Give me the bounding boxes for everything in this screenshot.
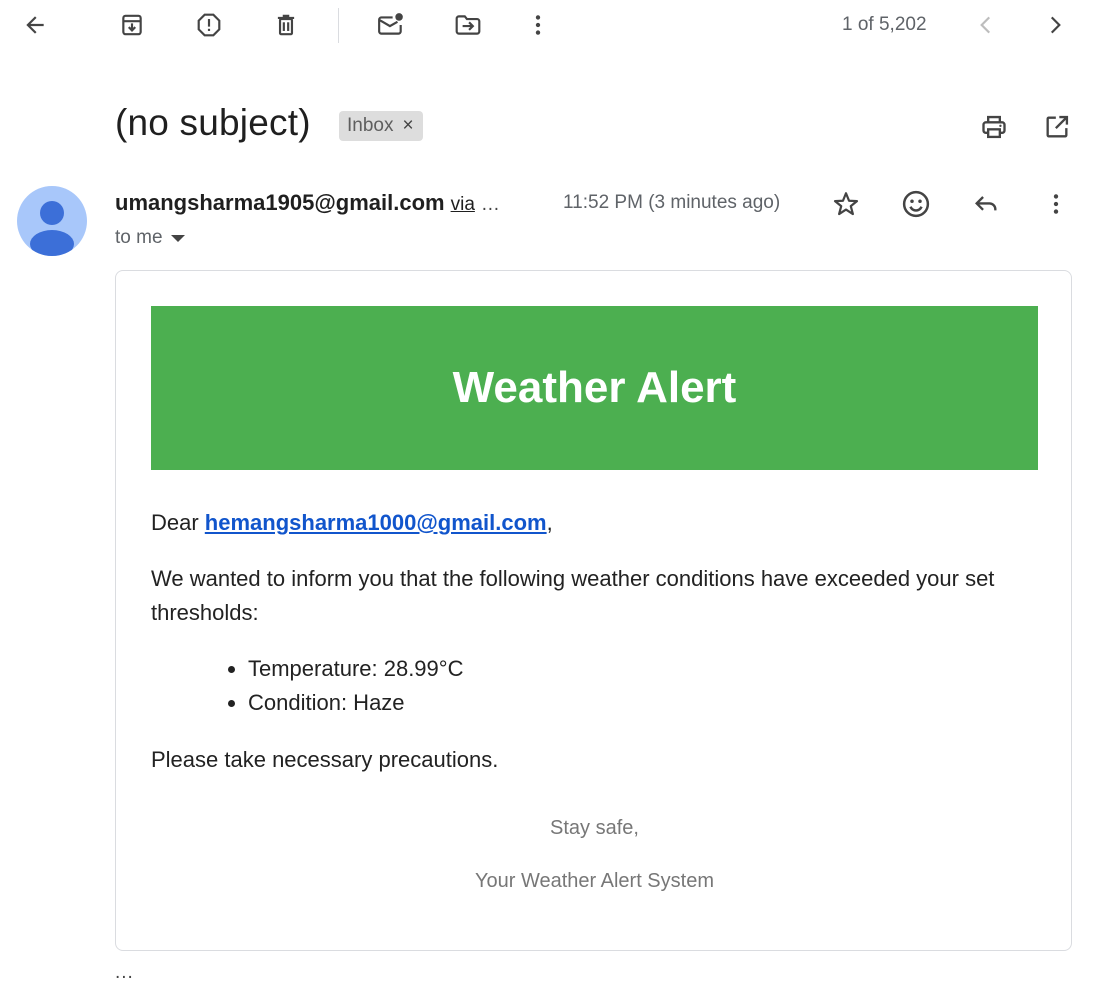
delete-button[interactable]	[266, 5, 306, 45]
report-spam-button[interactable]	[189, 5, 229, 45]
archive-icon	[122, 14, 142, 36]
pager-count: 1 of 5,202	[842, 14, 927, 35]
alert-banner: Weather Alert	[151, 306, 1038, 470]
message-timestamp: 11:52 PM (3 minutes ago)	[563, 192, 781, 213]
signoff-text: Stay safe,	[550, 817, 639, 839]
signature-text: Your Weather Alert System	[474, 870, 714, 892]
message-subject: (no subject)	[115, 102, 311, 143]
chevron-left-icon	[980, 16, 991, 34]
open-in-new-window-button[interactable]	[1037, 107, 1077, 147]
print-button[interactable]	[974, 107, 1014, 147]
list-item: Temperature: 28.99°C	[248, 652, 463, 686]
emoji-icon	[902, 190, 930, 218]
intro-paragraph: We wanted to inform you that the followi…	[151, 566, 995, 625]
next-message-button[interactable]	[1035, 5, 1075, 45]
prev-message-button[interactable]	[966, 5, 1006, 45]
label-text: Inbox	[347, 115, 394, 136]
open-in-new-icon	[1046, 115, 1069, 138]
archive-button[interactable]	[112, 5, 152, 45]
more-vert-icon	[535, 15, 541, 35]
toolbar-divider	[338, 8, 339, 43]
via-link[interactable]: via	[451, 194, 475, 215]
greeting-suffix: ,	[546, 510, 553, 535]
conditions-list: Temperature: 28.99°C Condition: Haze	[151, 652, 463, 720]
report-spam-icon	[197, 13, 221, 37]
sender-line: umangsharma1905@gmail.com via …	[115, 190, 500, 216]
add-reaction-button[interactable]	[896, 184, 936, 224]
banner-title: Weather Alert	[452, 363, 737, 412]
show-details-caret-icon[interactable]	[170, 234, 185, 242]
inbox-label-chip[interactable]: Inbox ×	[339, 111, 423, 141]
star-button[interactable]	[826, 184, 866, 224]
via-more[interactable]: …	[481, 194, 500, 215]
person-avatar-icon	[30, 201, 74, 256]
show-trimmed-content-button[interactable]: ...	[115, 962, 134, 984]
reply-button[interactable]	[966, 184, 1006, 224]
recipient-email-link[interactable]: hemangsharma1000@gmail.com	[205, 510, 547, 535]
more-vert-icon	[1053, 194, 1059, 214]
sender-email[interactable]: umangsharma1905@gmail.com	[115, 190, 445, 215]
reply-icon	[975, 196, 997, 211]
more-actions-button[interactable]	[518, 5, 558, 45]
arrow-left-icon	[26, 16, 44, 34]
print-icon	[982, 115, 1006, 139]
greeting-prefix: Dear	[151, 510, 205, 535]
mark-unread-icon	[378, 13, 403, 35]
list-item: Condition: Haze	[248, 686, 463, 720]
chevron-right-icon	[1050, 16, 1061, 34]
email-body-card: Weather Alert Dear hemangsharma1000@gmai…	[115, 270, 1072, 951]
move-to-button[interactable]	[448, 5, 488, 45]
remove-label-icon[interactable]: ×	[402, 115, 413, 137]
back-button[interactable]	[15, 5, 55, 45]
greeting: Dear hemangsharma1000@gmail.com,	[151, 506, 1041, 540]
recipient-text: to me	[115, 227, 163, 248]
message-more-button[interactable]	[1036, 184, 1076, 224]
move-to-icon	[455, 15, 481, 35]
sender-avatar[interactable]	[17, 186, 87, 256]
precaution-paragraph: Please take necessary precautions.	[151, 747, 499, 772]
trash-icon	[277, 14, 295, 36]
recipient-summary: to me	[115, 227, 185, 249]
mark-unread-button[interactable]	[371, 5, 411, 45]
star-icon	[833, 192, 859, 216]
